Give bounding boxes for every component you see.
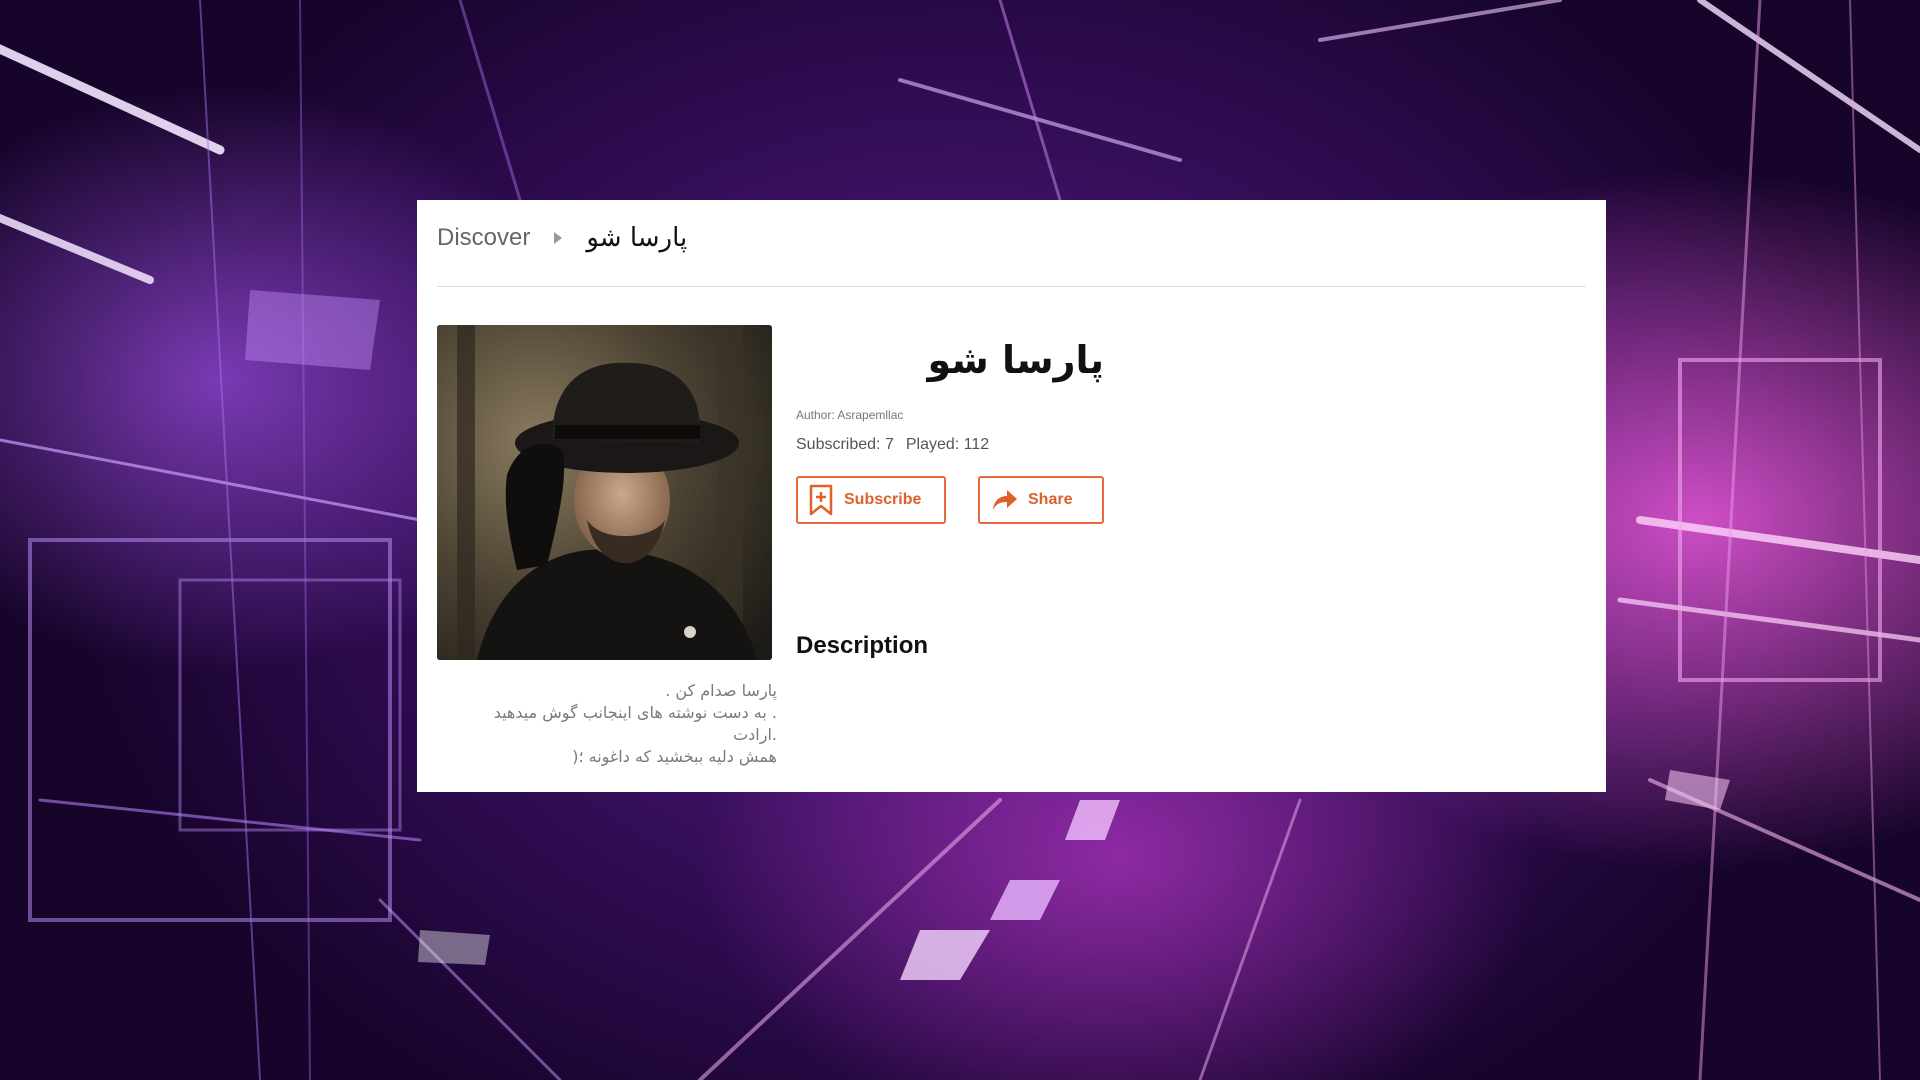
show-stats: Subscribed: 7 Played: 112: [796, 436, 1104, 454]
breadcrumb-current: پارسا شو: [586, 223, 688, 253]
subscribe-label: Subscribe: [844, 491, 922, 508]
share-arrow-icon: [992, 489, 1018, 511]
description-heading: Description: [796, 632, 929, 659]
breadcrumb: Discover پارسا شو: [437, 220, 687, 256]
share-button[interactable]: Share: [978, 476, 1104, 524]
bookmark-plus-icon: [808, 484, 834, 516]
description-line: . به دست نوشته های اینجانب گوش میدهید: [493, 703, 777, 722]
show-title: پارسا شو: [927, 338, 1104, 382]
show-cover-image: [437, 325, 772, 660]
show-author: Author: Asrapemllac: [796, 408, 904, 422]
caret-right-icon: [554, 232, 563, 244]
podcast-card: Discover پارسا شو پارسا صدام کن . . به د…: [417, 200, 1606, 792]
played-count: Played: 112: [905, 436, 990, 453]
breadcrumb-discover-link[interactable]: Discover: [437, 224, 530, 252]
show-info: پارسا شو Author: Asrapemllac Subscribed:…: [796, 330, 1104, 524]
share-label: Share: [1028, 491, 1073, 508]
description-line: .ارادت: [733, 725, 777, 744]
description-text: پارسا صدام کن . . به دست نوشته های اینجا…: [437, 680, 777, 768]
header-divider: [437, 286, 1586, 287]
subscribed-count: Subscribed: 7: [796, 436, 894, 453]
description-line: پارسا صدام کن .: [665, 681, 777, 700]
subscribe-button[interactable]: Subscribe: [796, 476, 946, 524]
action-buttons: Subscribe Share: [796, 476, 1104, 524]
description-line: همش دلیه ببخشید که داغونه ؛(: [572, 747, 777, 766]
